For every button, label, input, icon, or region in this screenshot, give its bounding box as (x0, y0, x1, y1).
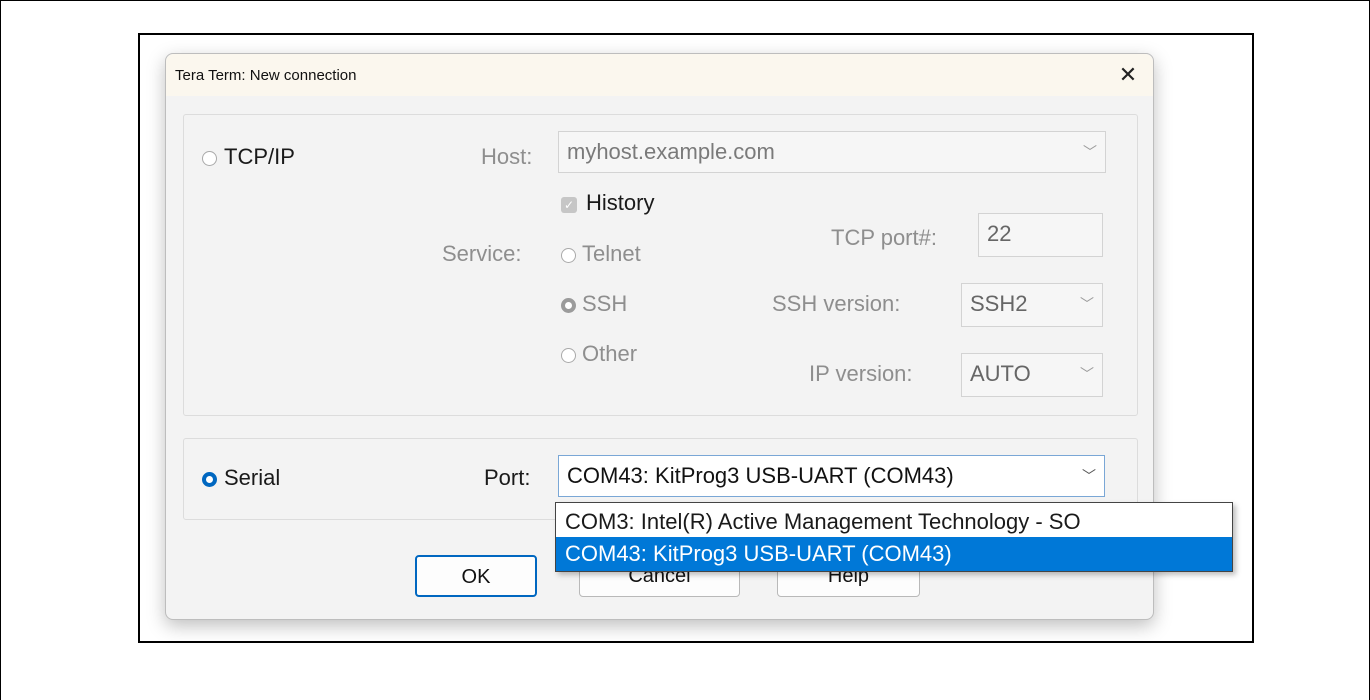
ssh-version-label: SSH version: (772, 291, 901, 316)
other-label: Other (582, 341, 638, 366)
port-dropdown-list: COM3: Intel(R) Active Management Technol… (555, 502, 1233, 572)
title-bar[interactable]: Tera Term: New connection ✕ (166, 54, 1153, 96)
telnet-label: Telnet (582, 241, 641, 266)
dropdown-option-com3[interactable]: COM3: Intel(R) Active Management Technol… (556, 505, 1232, 539)
ip-version-label: IP version: (809, 361, 913, 386)
dialog-title: Tera Term: New connection (175, 67, 357, 84)
chevron-down-icon: ﹀ (1082, 468, 1096, 484)
ip-version-value: AUTO (970, 361, 1031, 386)
host-value: myhost.example.com (567, 139, 775, 164)
serial-radio[interactable] (202, 472, 217, 487)
tcp-port-input[interactable]: 22 (978, 213, 1103, 257)
other-radio[interactable] (561, 348, 576, 363)
history-label: History (586, 190, 655, 215)
tcpip-label: TCP/IP (224, 144, 295, 169)
ok-button[interactable]: OK (415, 555, 537, 597)
tcpip-group: TCP/IP Host: myhost.example.com ﹀ ✓ Hist… (183, 114, 1138, 416)
host-combobox[interactable]: myhost.example.com ﹀ (558, 131, 1106, 173)
ssh-version-select[interactable]: SSH2 ﹀ (961, 283, 1103, 327)
ssh-version-value: SSH2 (970, 291, 1028, 316)
dropdown-option-com43[interactable]: COM43: KitProg3 USB-UART (COM43) (556, 537, 1232, 571)
chevron-down-icon: ﹀ (1083, 144, 1097, 160)
telnet-radio[interactable] (561, 248, 576, 263)
serial-label: Serial (224, 465, 281, 490)
ip-version-select[interactable]: AUTO ﹀ (961, 353, 1103, 397)
ssh-radio[interactable] (561, 298, 576, 313)
port-select[interactable]: COM43: KitProg3 USB-UART (COM43) ﹀ (558, 455, 1105, 497)
host-label: Host: (481, 144, 533, 169)
ssh-label: SSH (582, 291, 628, 316)
service-label: Service: (442, 241, 522, 266)
history-checkbox[interactable]: ✓ (561, 197, 577, 213)
port-value: COM43: KitProg3 USB-UART (COM43) (567, 463, 954, 488)
close-icon[interactable]: ✕ (1113, 60, 1143, 90)
tcpip-radio[interactable] (202, 151, 217, 166)
chevron-down-icon: ﹀ (1080, 296, 1094, 312)
tcp-port-value: 22 (987, 221, 1012, 246)
port-label: Port: (484, 465, 531, 490)
chevron-down-icon: ﹀ (1080, 366, 1094, 382)
tcp-port-label: TCP port#: (831, 225, 937, 250)
